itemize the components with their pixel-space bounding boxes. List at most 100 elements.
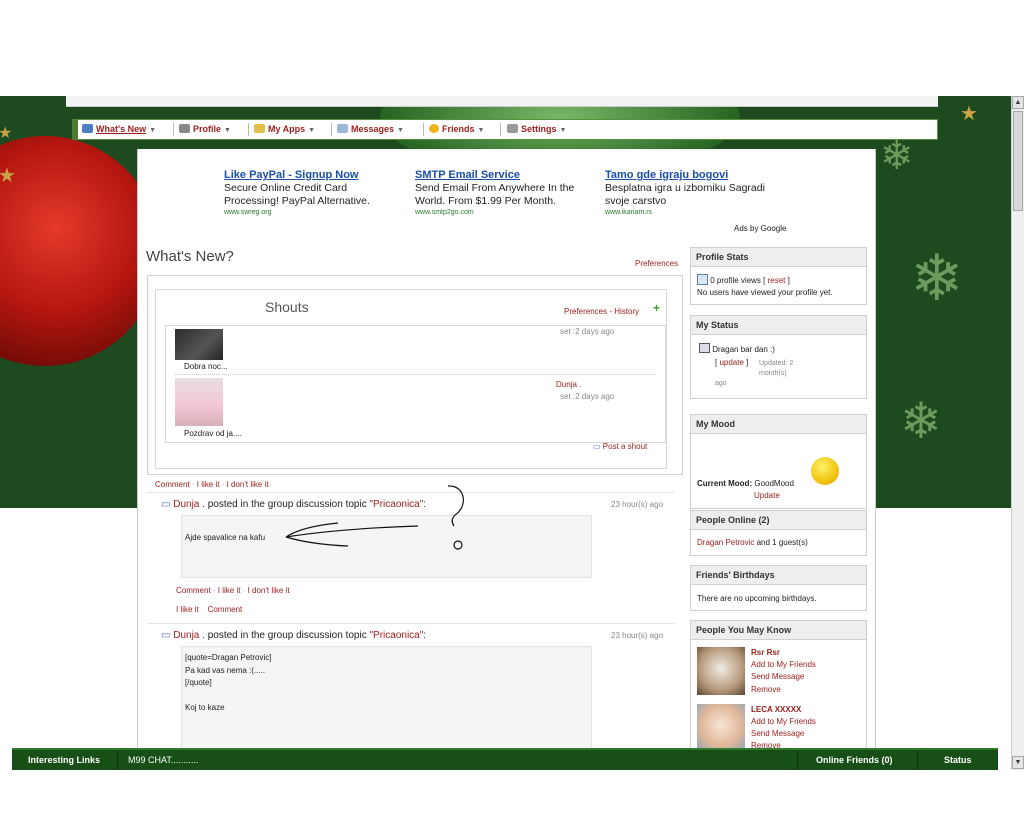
chevron-down-icon: ▼ bbox=[397, 127, 404, 134]
menu-profile[interactable]: Profile ▼ bbox=[179, 124, 231, 134]
ads-by-google[interactable]: Ads by Google bbox=[734, 224, 786, 233]
like-link[interactable]: I like it bbox=[197, 480, 220, 489]
smiley-icon bbox=[429, 124, 439, 133]
dislike-link[interactable]: I don't like it bbox=[227, 480, 269, 489]
online-user-link[interactable]: Dragan Petrovic bbox=[697, 538, 754, 547]
magnifier-icon bbox=[697, 274, 708, 285]
star-icon: ★ bbox=[960, 103, 978, 125]
shout-author[interactable]: Dunja . bbox=[556, 380, 581, 389]
shouts-history-link[interactable]: History bbox=[614, 307, 639, 316]
menu-messages[interactable]: Messages ▼ bbox=[337, 124, 404, 134]
ad-text: Besplatna igra u izborniku Sagradi bbox=[605, 182, 765, 194]
shouts-list bbox=[165, 325, 666, 443]
page-title: What's New? bbox=[146, 248, 234, 265]
people-online-header: People Online (2) bbox=[690, 510, 867, 530]
menu-whats-new[interactable]: What's New ▼ bbox=[82, 124, 156, 134]
birthdays-body: There are no upcoming birthdays. bbox=[690, 585, 867, 611]
snowflake-icon: ❄ bbox=[900, 393, 942, 449]
menu-settings[interactable]: Settings ▼ bbox=[507, 124, 566, 134]
person-name[interactable]: Rsr Rsr bbox=[751, 648, 780, 657]
chevron-down-icon: ▼ bbox=[559, 127, 567, 134]
avatar[interactable] bbox=[175, 378, 223, 426]
ad-url[interactable]: www.swreg.org bbox=[224, 209, 271, 216]
menu-divider bbox=[173, 123, 174, 136]
my-status-body: Dragan bar dan :) [ update ] Updated: 2 … bbox=[690, 335, 867, 399]
interesting-links-button[interactable]: Interesting Links bbox=[28, 755, 100, 765]
people-you-may-know-body: Rsr Rsr Add to My Friends Send Message R… bbox=[690, 640, 867, 749]
add-shout-icon[interactable]: + bbox=[653, 301, 660, 315]
status-button[interactable]: Status bbox=[944, 755, 972, 765]
chat-button[interactable]: M99 CHAT........... bbox=[128, 755, 198, 765]
vertical-scrollbar[interactable]: ▲ ▼ bbox=[1011, 96, 1024, 770]
update-status-link[interactable]: update bbox=[719, 358, 743, 367]
speech-bubble-icon: ▭ bbox=[593, 442, 601, 451]
preferences-link[interactable]: Preferences bbox=[635, 259, 678, 268]
divider bbox=[797, 750, 798, 770]
monitor-icon bbox=[699, 343, 710, 353]
like-link[interactable]: I like it bbox=[218, 586, 241, 595]
topic-link[interactable]: "Pricaonica" bbox=[369, 630, 423, 641]
profile-card-icon bbox=[179, 124, 190, 133]
chevron-down-icon: ▼ bbox=[308, 127, 316, 134]
post-a-shout-button[interactable]: ▭ Post a shout bbox=[593, 442, 647, 451]
post-time: 23 hour(s) ago bbox=[611, 500, 664, 509]
update-mood-link[interactable]: Update bbox=[754, 491, 780, 500]
post-text: [quote=Dragan Petrovic] Pa kad vas nema … bbox=[185, 653, 272, 712]
folder-icon bbox=[254, 124, 265, 133]
shouts-preferences[interactable]: Preferences - History bbox=[564, 307, 639, 316]
envelope-icon bbox=[337, 124, 348, 133]
handdrawn-arrow-annotation bbox=[285, 485, 464, 550]
scroll-up-arrow-icon[interactable]: ▲ bbox=[1012, 96, 1024, 109]
my-mood-header: My Mood bbox=[690, 414, 867, 434]
good-mood-smiley-icon bbox=[811, 457, 839, 485]
top-menubar: What's New ▼ Profile ▼ My Apps ▼ Messages ▼ … bbox=[72, 119, 938, 140]
shout-time: set :2 days ago bbox=[560, 327, 615, 336]
remove-link[interactable]: Remove bbox=[751, 685, 781, 694]
ad-title[interactable]: Tamo gde igraju bogovi bbox=[605, 169, 728, 181]
like-link[interactable]: I like it bbox=[176, 605, 199, 614]
menu-friends[interactable]: Friends ▼ bbox=[429, 124, 484, 134]
comment-link[interactable]: Comment bbox=[155, 480, 190, 489]
avatar[interactable] bbox=[697, 647, 745, 695]
ad-text: Processing! PayPal Alternative. bbox=[224, 195, 370, 207]
profile-stats-body: 0 profile views [ reset ] No users have … bbox=[690, 267, 867, 305]
chevron-down-icon: ▼ bbox=[477, 127, 485, 134]
add-friend-link[interactable]: Add to My Friends bbox=[751, 660, 816, 669]
bottom-toolbar: Interesting Links M99 CHAT........... On… bbox=[12, 748, 998, 770]
divider bbox=[175, 374, 655, 375]
speech-bubble-icon: ▭ bbox=[161, 499, 171, 510]
avatar[interactable] bbox=[697, 704, 745, 748]
send-message-link[interactable]: Send Message bbox=[751, 729, 804, 738]
scrollbar-thumb[interactable] bbox=[1013, 111, 1023, 211]
people-online-body: Dragan Petrovic and 1 guest(s) bbox=[690, 530, 867, 556]
main-panel: Like PayPal - Signup Now Secure Online C… bbox=[137, 149, 876, 751]
scroll-down-arrow-icon[interactable]: ▼ bbox=[1012, 756, 1024, 769]
online-friends-button[interactable]: Online Friends (0) bbox=[816, 755, 893, 765]
add-friend-link[interactable]: Add to My Friends bbox=[751, 717, 816, 726]
dislike-link[interactable]: I don't like it bbox=[248, 586, 290, 595]
comment-link[interactable]: Comment bbox=[208, 605, 243, 614]
ad-text: svoje carstvo bbox=[605, 195, 667, 207]
reset-link[interactable]: reset bbox=[768, 276, 786, 285]
menu-divider bbox=[331, 123, 332, 136]
avatar[interactable] bbox=[175, 329, 223, 360]
my-mood-body: Current Mood: GoodMood Update bbox=[690, 434, 867, 509]
ad-title[interactable]: SMTP Email Service bbox=[415, 169, 520, 181]
ad-url[interactable]: www.ikariam.rs bbox=[605, 209, 652, 216]
post-actions: Comment · I like it · I don't like it bbox=[176, 586, 290, 595]
post-time: 23 hour(s) ago bbox=[611, 631, 664, 640]
post-author[interactable]: Dunja . bbox=[173, 630, 205, 641]
news-icon bbox=[82, 124, 93, 133]
shout-text: Pozdrav od ja.... bbox=[184, 429, 242, 438]
person-name[interactable]: LECA XXXXX bbox=[751, 705, 801, 714]
post-author[interactable]: Dunja . bbox=[173, 499, 205, 510]
menu-divider bbox=[423, 123, 424, 136]
comment-link[interactable]: Comment bbox=[176, 586, 211, 595]
ad-title[interactable]: Like PayPal - Signup Now bbox=[224, 169, 358, 181]
settings-doc-icon bbox=[507, 124, 518, 133]
menu-my-apps[interactable]: My Apps ▼ bbox=[254, 124, 315, 134]
ad-text: Send Email From Anywhere In the bbox=[415, 182, 575, 194]
ad-url[interactable]: www.smtp2go.com bbox=[415, 209, 474, 216]
send-message-link[interactable]: Send Message bbox=[751, 672, 804, 681]
birthdays-header: Friends' Birthdays bbox=[690, 565, 867, 585]
